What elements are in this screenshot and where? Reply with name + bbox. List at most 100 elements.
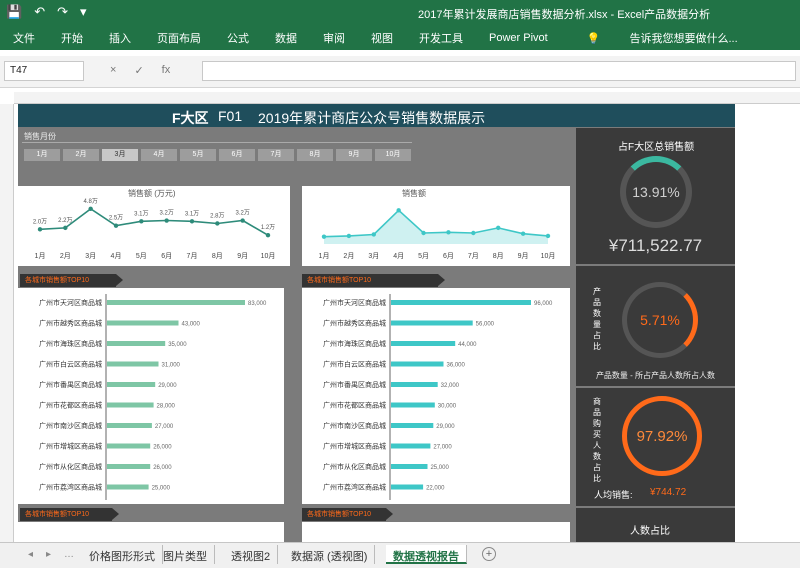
data-label: 2.0万 [33, 218, 47, 225]
bar-panel-1[interactable]: 广州市天河区商品城 83,000 广州市越秀区商品城 43,000 广州市海珠区商品城 3… [18, 288, 284, 504]
sheet-tab-bar: ◂ ▸ … 价格图形形式 图片类型 透视图2 数据源 (透视图) 数据透视报告 … [0, 542, 800, 568]
data-point [371, 232, 376, 237]
tab-data[interactable]: 数据 [262, 30, 310, 46]
sheet-tab-active[interactable]: 数据透视报告 [386, 545, 467, 564]
slicer-label: 销售月份 [24, 132, 56, 141]
x-tick-label: 8月 [212, 252, 223, 260]
data-point [37, 227, 43, 232]
data-label: 2.8万 [210, 212, 224, 219]
enter-icon[interactable]: ✓ [134, 64, 143, 77]
chart2-legend: 销售额 [402, 189, 426, 198]
bar-value-label: 29,000 [158, 383, 177, 389]
data-point [113, 223, 119, 228]
tab-review[interactable]: 审阅 [310, 30, 358, 46]
data-point [63, 225, 68, 231]
chart2-svg: 1月 2月 3月 4月 5月 6月 7月 8月 9月 10月 [319, 208, 556, 260]
tab-home[interactable]: 开始 [48, 30, 96, 46]
bar [107, 402, 154, 408]
tab-formulas[interactable]: 公式 [214, 30, 262, 46]
x-tick-label: 10月 [541, 252, 556, 260]
sheet-tab[interactable]: 透视图2 [224, 545, 279, 564]
slicer-item[interactable]: 8月 [297, 149, 333, 161]
x-tick-label: 3月 [85, 252, 96, 260]
bar [107, 300, 245, 305]
bar-category-label: 广州市白云区商品城 [39, 360, 102, 369]
quick-access-toolbar: 💾 ↶ ↷ ▾ [6, 4, 87, 20]
sheet-tab[interactable]: 数据源 (透视图) [284, 545, 376, 564]
tab-insert[interactable]: 插入 [96, 30, 144, 46]
tab-file[interactable]: 文件 [0, 30, 48, 46]
brand-label: F大区 [172, 110, 209, 126]
tab-developer[interactable]: 开发工具 [406, 30, 476, 46]
formula-input[interactable] [202, 61, 796, 81]
data-label: 4.8万 [83, 198, 97, 205]
tab-page-layout[interactable]: 页面布局 [144, 30, 214, 46]
next-sheet-icon[interactable]: ▸ [46, 549, 51, 560]
add-sheet-icon[interactable]: + [482, 547, 496, 561]
slicer-item[interactable]: 4月 [141, 149, 177, 161]
slicer-item[interactable]: 1月 [24, 149, 60, 161]
tab-power-pivot[interactable]: Power Pivot [476, 32, 561, 44]
data-point [421, 230, 426, 236]
bar-panel-2[interactable]: 广州市天河区商品城 96,000 广州市越秀区商品城 56,000 广州市海珠区商品城 4… [302, 288, 570, 504]
fx-icon[interactable]: fx [162, 64, 171, 77]
bar [391, 300, 531, 305]
bar-panel-3[interactable] [18, 522, 284, 542]
slicer-item[interactable]: 9月 [336, 149, 372, 161]
data-label: 1.2万 [261, 224, 275, 231]
month-slicer: 1月 2月 3月 4月 5月 6月 7月 8月 9月 10月 [22, 142, 412, 164]
data-label: 2.2万 [58, 217, 72, 224]
sheet-tab[interactable]: 价格图形形式 [82, 545, 163, 564]
kpi2-side-label: 产品数量占比 [593, 287, 601, 351]
series-line [39, 207, 269, 236]
slicer-item-selected[interactable]: 3月 [102, 149, 138, 161]
formula-bar: T47 × ✓ fx [0, 56, 800, 88]
column-headers[interactable] [14, 92, 800, 104]
data-point [396, 208, 401, 213]
line-chart-2[interactable]: 销售额 1月 2月 3月 4月 5月 6月 7月 8月 9月 10月 [302, 186, 570, 266]
bar-category-label: 广州市花都区商品城 [39, 401, 102, 410]
cancel-icon[interactable]: × [110, 64, 116, 77]
bar-value-label: 27,000 [433, 445, 452, 451]
save-icon[interactable]: 💾 [6, 4, 22, 20]
bar-value-label: 28,000 [157, 404, 176, 410]
data-label: 3.2万 [159, 210, 173, 217]
slicer-item[interactable]: 2月 [63, 149, 99, 161]
undo-icon[interactable]: ↶ [34, 4, 45, 20]
x-tick-label: 9月 [237, 252, 248, 260]
bar-category-label: 广州市番禺区商品城 [39, 380, 102, 389]
data-point [139, 219, 144, 224]
bar-panel-4[interactable] [302, 522, 570, 542]
tab-view[interactable]: 视图 [358, 30, 406, 46]
sheet-tab[interactable]: 图片类型 [156, 545, 215, 564]
kpi3-footer-label: 人均销售: [594, 490, 633, 500]
prev-sheet-icon[interactable]: ◂ [28, 549, 33, 560]
kpi2-percent: 5.71% [640, 312, 680, 328]
more-sheets-icon[interactable]: … [64, 549, 74, 560]
bar [391, 382, 438, 387]
x-tick-label: 2月 [343, 252, 354, 260]
slicer-item[interactable]: 7月 [258, 149, 294, 161]
panel4-title: 各城市销售额TOP10 [302, 508, 393, 521]
worksheet[interactable]: F大区 F01 2019年累计商店公众号销售数据展示 销售月份 1月 2月 3月… [14, 104, 800, 542]
bar [391, 443, 431, 449]
name-box[interactable]: T47 [4, 61, 84, 81]
slicer-item[interactable]: 5月 [180, 149, 216, 161]
bar-category-label: 广州市南沙区商品城 [323, 421, 386, 430]
slicer-item[interactable]: 10月 [375, 149, 411, 161]
kpi1-percent: 13.91% [632, 184, 680, 200]
bar-value-label: 30,000 [438, 404, 457, 410]
row-headers[interactable] [0, 104, 14, 542]
tell-me-label: 告诉我您想要做什么... [629, 33, 738, 45]
title-bar: 💾 ↶ ↷ ▾ 2017年累计发展商店销售数据分析.xlsx - Excel产品… [0, 0, 800, 26]
bar [391, 402, 435, 408]
slicer-item[interactable]: 6月 [219, 149, 255, 161]
bar-category-label: 广州市海珠区商品城 [39, 339, 102, 348]
redo-icon[interactable]: ↷ [57, 4, 68, 20]
line-chart-1[interactable]: 销售额 (万元) 2.0万 1月 2.2万 2月 4.8万 3月 2.5万 4月 3.1万 5月 3… [18, 186, 290, 266]
dashboard: F大区 F01 2019年累计商店公众号销售数据展示 销售月份 1月 2月 3月… [18, 104, 735, 542]
bar-value-label: 26,000 [153, 465, 172, 471]
tell-me-search[interactable]: 💡 告诉我您想要做什么... [561, 30, 764, 46]
kpi-card-share: 占F大区总销售额 13.91% ¥711,522.77 [576, 128, 735, 264]
customize-icon[interactable]: ▾ [80, 4, 87, 20]
